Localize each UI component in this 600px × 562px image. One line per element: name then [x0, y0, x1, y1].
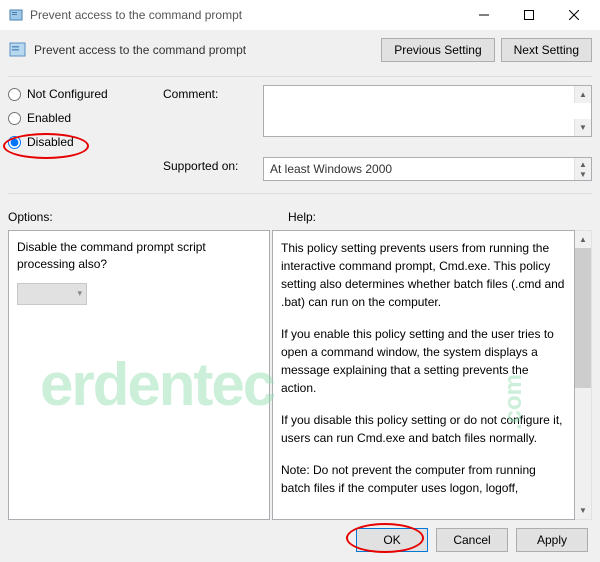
scroll-thumb[interactable] [575, 248, 591, 388]
panels-row: Disable the command prompt script proces… [8, 230, 592, 520]
options-label: Options: [8, 210, 258, 224]
policy-header-icon [8, 40, 28, 60]
divider [8, 193, 592, 194]
scroll-down-icon[interactable]: ▼ [575, 502, 591, 519]
radio-not-configured-label: Not Configured [27, 87, 108, 101]
radio-disabled[interactable] [8, 136, 21, 149]
help-scrollbar[interactable]: ▲ ▼ [575, 230, 592, 520]
config-row: Not Configured Enabled Disabled Comment:… [8, 85, 592, 181]
radio-column: Not Configured Enabled Disabled [8, 85, 163, 181]
radio-enabled-label: Enabled [27, 111, 71, 125]
previous-setting-button[interactable]: Previous Setting [381, 38, 494, 62]
radio-enabled[interactable] [8, 112, 21, 125]
supported-value: At least Windows 2000 [270, 162, 392, 176]
comment-textarea[interactable]: ▲ ▼ [263, 85, 592, 137]
labels-row: Options: Help: [8, 210, 592, 224]
help-paragraph: If you enable this policy setting and th… [281, 325, 566, 397]
comment-label: Comment: [163, 85, 263, 101]
apply-button[interactable]: Apply [516, 528, 588, 552]
policy-icon [8, 7, 24, 23]
maximize-button[interactable] [506, 0, 551, 30]
policy-window: Prevent access to the command prompt Pre… [0, 0, 600, 562]
help-paragraph: This policy setting prevents users from … [281, 239, 566, 311]
content-area: Prevent access to the command prompt Pre… [0, 30, 600, 562]
divider [8, 76, 592, 77]
scroll-up-icon[interactable]: ▲ [574, 86, 591, 103]
titlebar[interactable]: Prevent access to the command prompt [0, 0, 600, 30]
help-paragraph: Note: Do not prevent the computer from r… [281, 461, 566, 497]
ok-button[interactable]: OK [356, 528, 428, 552]
radio-not-configured[interactable] [8, 88, 21, 101]
option-question: Disable the command prompt script proces… [17, 239, 261, 273]
minimize-button[interactable] [461, 0, 506, 30]
options-panel: Disable the command prompt script proces… [8, 230, 270, 520]
supported-label: Supported on: [163, 157, 263, 173]
details-column: Comment: ▲ ▼ Supported on: At least Wind… [163, 85, 592, 181]
help-panel: This policy setting prevents users from … [272, 230, 575, 520]
option-dropdown[interactable]: ▾ [17, 283, 87, 305]
scroll-down-icon[interactable]: ▼ [574, 119, 591, 136]
footer-buttons: OK Cancel Apply [8, 520, 592, 554]
scroll-down-icon[interactable]: ▼ [574, 168, 591, 180]
supported-value-box: At least Windows 2000 ▲ ▼ [263, 157, 592, 181]
scroll-track[interactable] [575, 248, 591, 502]
help-label: Help: [288, 210, 592, 224]
next-setting-button[interactable]: Next Setting [501, 38, 592, 62]
policy-name: Prevent access to the command prompt [34, 43, 381, 57]
cancel-button[interactable]: Cancel [436, 528, 508, 552]
close-button[interactable] [551, 0, 596, 30]
scroll-up-icon[interactable]: ▲ [575, 231, 591, 248]
header-row: Prevent access to the command prompt Pre… [8, 38, 592, 62]
radio-disabled-label: Disabled [27, 135, 74, 149]
window-title: Prevent access to the command prompt [30, 8, 461, 22]
help-paragraph: If you disable this policy setting or do… [281, 411, 566, 447]
